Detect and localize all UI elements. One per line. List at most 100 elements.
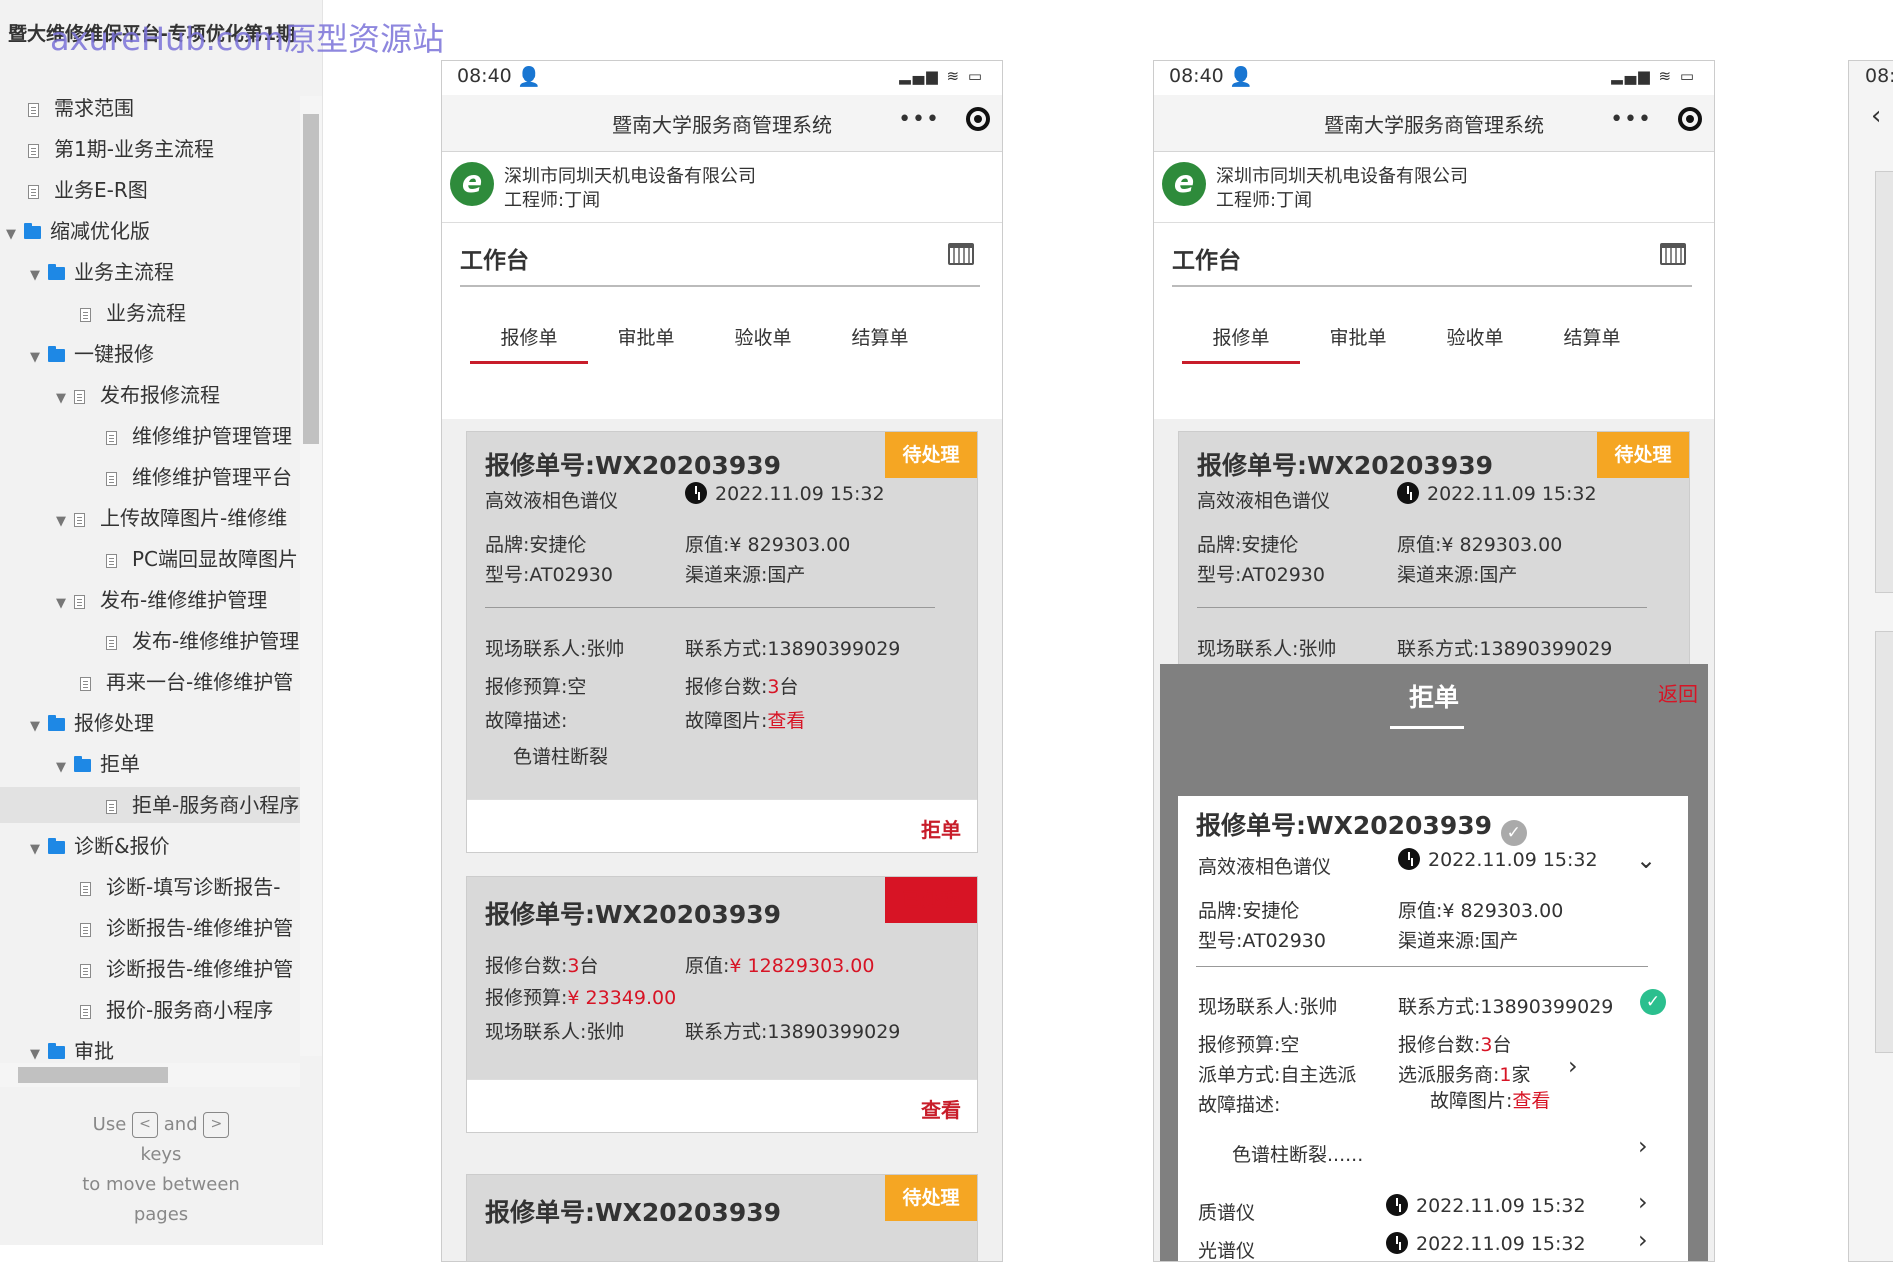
folder-icon — [48, 264, 65, 280]
back-button[interactable]: 返回 — [1658, 678, 1698, 707]
brand: 品牌:安捷伦 — [1198, 900, 1300, 922]
more-menu-icon[interactable]: ••• — [898, 107, 940, 132]
company-header: e 深圳市同圳天机电设备有限公司 工程师:丁闻 — [1154, 152, 1714, 223]
tree-folder[interactable]: ▼ 诊断&报价 — [30, 828, 170, 864]
tab-settlement-order[interactable]: 结算单 — [1533, 323, 1651, 350]
tree-folder[interactable]: ▼ 报修处理 — [30, 705, 154, 741]
folder-icon — [24, 223, 41, 239]
calendar-icon[interactable] — [1660, 243, 1686, 265]
expand-arrow-icon[interactable]: ▼ — [56, 750, 74, 786]
view-button[interactable]: 查看 — [921, 1094, 961, 1123]
chevron-right-icon[interactable]: › — [1638, 1132, 1648, 1160]
tree-folder[interactable]: ▼ 拒单 — [56, 746, 140, 782]
tree-folder[interactable]: ▼ 缩减优化版 — [6, 213, 150, 249]
tree-item[interactable]: 第1期-业务主流程 — [28, 131, 214, 167]
clock-icon — [685, 482, 707, 504]
phone: 联系方式:13890399029 — [685, 638, 901, 660]
model: 型号:AT02930 — [1198, 930, 1326, 952]
reject-button[interactable]: 拒单 — [921, 814, 961, 843]
tree-folder[interactable]: ▼ 审批 — [30, 1033, 114, 1060]
expand-arrow-icon[interactable]: ▼ — [56, 381, 74, 417]
divider — [1197, 607, 1647, 608]
equipment-item: 光谱仪 — [1198, 1240, 1256, 1262]
chevron-right-icon[interactable]: › — [1638, 1188, 1648, 1216]
scrollbar-thumb[interactable] — [303, 114, 319, 444]
tree-item[interactable]: PC端回显故障图片 — [106, 541, 298, 577]
tab-repair-order[interactable]: 报修单 — [1182, 323, 1300, 364]
tab-acceptance-order[interactable]: 验收单 — [704, 323, 822, 350]
page-tree: 需求范围 第1期-业务主流程 业务E-R图 ▼ 缩减优化版 ▼ 业务主流程 业务流程… — [0, 90, 300, 1060]
tree-item[interactable]: 报价-服务商小程序 — [80, 992, 273, 1028]
view-image-link[interactable]: 查看 — [1512, 1090, 1550, 1112]
scrollbar-thumb[interactable] — [18, 1067, 168, 1083]
confirmed-check-icon: ✓ — [1640, 988, 1666, 1015]
company-name: 深圳市同圳天机电设备有限公司 — [504, 166, 756, 187]
tree-item[interactable]: 诊断报告-维修维护管 — [80, 910, 293, 946]
company-logo: e — [1162, 162, 1206, 206]
tree-folder[interactable]: ▼ 业务主流程 — [30, 254, 174, 290]
tree-horizontal-scrollbar[interactable] — [0, 1063, 300, 1087]
chevron-right-icon[interactable]: › — [1638, 1226, 1648, 1254]
order-number: 报修单号:WX20203939 — [1197, 451, 1494, 480]
tree-item[interactable]: 诊断-填写诊断报告- — [80, 869, 280, 905]
tab-acceptance-order[interactable]: 验收单 — [1416, 323, 1534, 350]
signal-wifi-battery-icon: ▂▄▆ ≋ ▭ — [899, 67, 984, 85]
expand-arrow-icon[interactable]: ▼ — [30, 340, 48, 376]
expand-arrow-icon[interactable]: ▼ — [30, 258, 48, 294]
close-miniprogram-icon[interactable] — [1678, 107, 1702, 131]
tree-item-selected[interactable]: 拒单-服务商小程序 — [0, 787, 300, 823]
expand-arrow-icon[interactable]: ▼ — [30, 709, 48, 745]
repair-order-card[interactable]: 待处理 报修单号:WX20203939 高效液相色谱仪 2022.11.09 1… — [466, 431, 978, 853]
folder-icon — [48, 346, 65, 362]
tree-item[interactable]: 需求范围 — [28, 90, 134, 126]
keyboard-help: Use < and > keys to move between pages — [82, 1112, 240, 1225]
equipment-time: 2022.11.09 15:32 — [1386, 1232, 1586, 1255]
back-arrow-icon[interactable]: ‹ — [1871, 101, 1881, 131]
repair-order-card[interactable]: 待处理 报修单号:WX20203939 高效液相色谱仪 2022.11.09 1… — [1178, 431, 1690, 693]
equipment-time: 2022.11.09 15:32 — [1386, 1194, 1586, 1217]
expand-arrow-icon[interactable]: ▼ — [56, 586, 74, 622]
status-badge: 待处理 — [1597, 432, 1689, 478]
tab-repair-order[interactable]: 报修单 — [470, 323, 588, 364]
page-icon — [74, 389, 85, 404]
order-number: 报修单号:WX20203939 ✓ — [1196, 806, 1527, 846]
folder-icon — [48, 838, 65, 854]
tree-item[interactable]: 业务流程 — [80, 295, 186, 331]
tree-item[interactable]: 维修维护管理平台 — [106, 459, 292, 495]
tree-item[interactable]: 业务E-R图 — [28, 172, 148, 208]
calendar-icon[interactable] — [948, 243, 974, 265]
expand-arrow-icon[interactable]: ▼ — [6, 217, 24, 253]
tree-item[interactable]: 发布-维修维护管理 — [106, 623, 299, 659]
tree-folder[interactable]: ▼ 一键报修 — [30, 336, 154, 372]
status-badge: 待处理 — [885, 432, 977, 478]
tab-settlement-order[interactable]: 结算单 — [821, 323, 939, 350]
repair-order-card[interactable]: 已处理 报修单号:WX20203939 报修台数:3台 原值:¥ 1282930… — [466, 876, 978, 1133]
reject-dialog: 拒单 返回 报修单号:WX20203939 ✓ 高效液相色谱仪 2022.11.… — [1160, 664, 1708, 1262]
chevron-right-icon[interactable]: › — [1568, 1052, 1578, 1080]
repair-order-card[interactable]: 待处理 报修单号:WX20203939 — [466, 1174, 978, 1261]
expand-arrow-icon[interactable]: ▼ — [30, 1037, 48, 1060]
expand-arrow-icon[interactable]: ▼ — [30, 832, 48, 868]
phone: 联系方式:13890399029 — [1397, 638, 1613, 660]
tree-item[interactable]: 再来一台-维修维护管 — [80, 664, 293, 700]
tab-approval-order[interactable]: 审批单 — [587, 323, 705, 350]
card-footer: 拒单 — [467, 799, 977, 852]
tree-vertical-scrollbar[interactable] — [300, 96, 322, 1056]
budget: 报修预算:空 — [485, 676, 587, 698]
tree-item[interactable]: 诊断报告-维修维护管 — [80, 951, 293, 987]
unit-count: 报修台数:3台 — [1398, 1034, 1512, 1056]
chevron-down-icon[interactable]: ⌄ — [1636, 846, 1656, 874]
view-image-link[interactable]: 查看 — [767, 710, 805, 732]
tab-approval-order[interactable]: 审批单 — [1299, 323, 1417, 350]
tree-item[interactable]: 维修维护管理管理 — [106, 418, 292, 454]
tree-item[interactable]: ▼ 发布报修流程 — [56, 377, 220, 413]
selected-provider[interactable]: 选派服务商:1家 — [1398, 1060, 1531, 1087]
phone-frame-list: 08:40 👤 ▂▄▆ ≋ ▭ 暨南大学服务商管理系统 ••• e 深圳市同圳天… — [441, 60, 1003, 1262]
tree-item[interactable]: ▼ 上传故障图片-维修维 — [56, 500, 287, 536]
verified-check-icon: ✓ — [1500, 820, 1527, 846]
more-menu-icon[interactable]: ••• — [1610, 107, 1652, 132]
close-miniprogram-icon[interactable] — [966, 107, 990, 131]
tree-item[interactable]: ▼ 发布-维修维护管理 — [56, 582, 267, 618]
expand-arrow-icon[interactable]: ▼ — [56, 504, 74, 540]
user-icon: 👤 — [517, 66, 541, 88]
